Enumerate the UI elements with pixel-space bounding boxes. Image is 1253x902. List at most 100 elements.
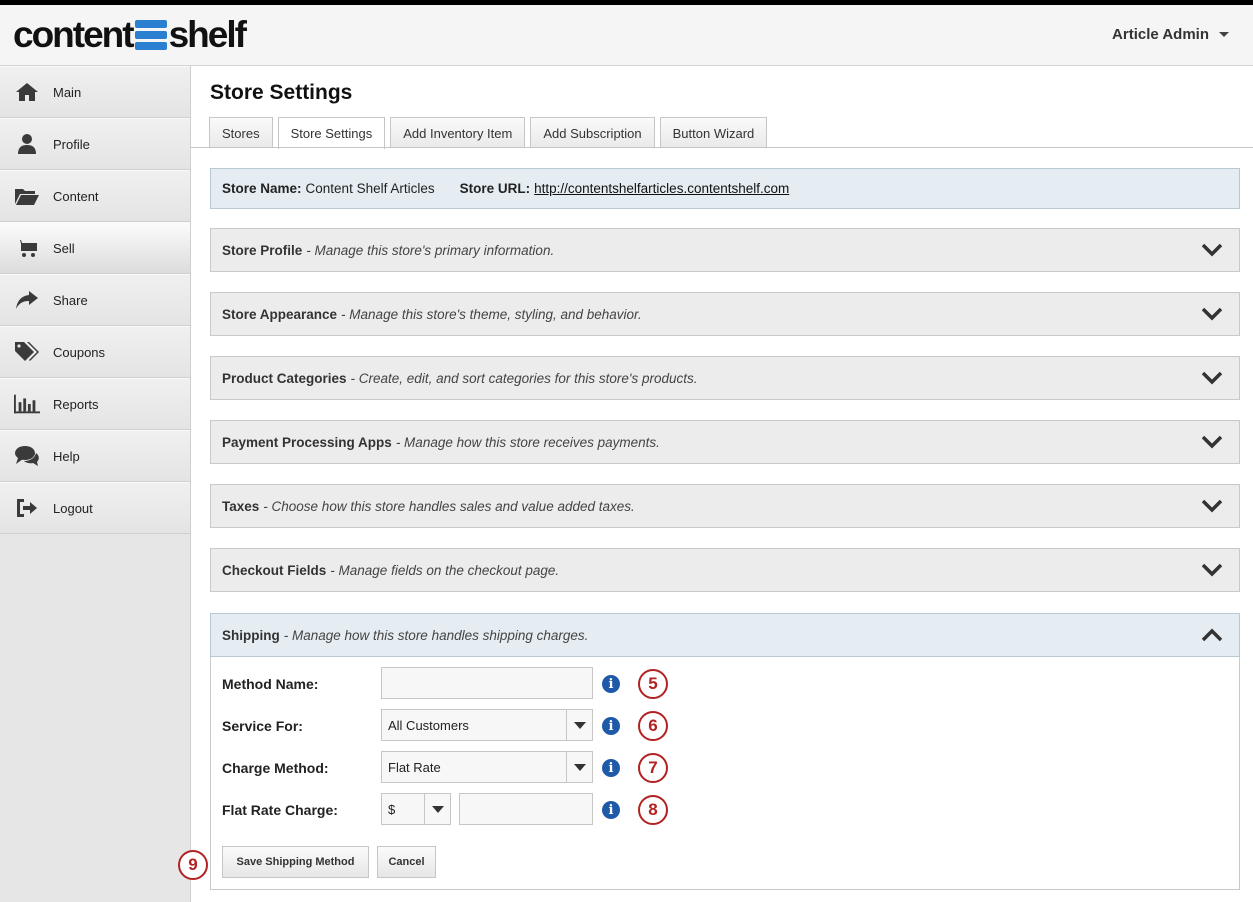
service-for-value: All Customers bbox=[388, 717, 469, 733]
callout-number: 7 bbox=[638, 753, 668, 783]
tab-button-wizard[interactable]: Button Wizard bbox=[659, 117, 768, 148]
sidebar-item-reports[interactable]: Reports bbox=[0, 378, 190, 430]
app-header: content shelf Article Admin bbox=[0, 5, 1253, 66]
user-menu-label: Article Admin bbox=[1112, 26, 1209, 43]
tab-add-inventory-item[interactable]: Add Inventory Item bbox=[390, 117, 526, 148]
chevron-up-icon bbox=[1201, 628, 1223, 642]
chevron-down-icon bbox=[1201, 371, 1223, 385]
panel-description: - Manage this store's primary informatio… bbox=[306, 242, 555, 258]
callout-number: 6 bbox=[638, 711, 668, 741]
logo[interactable]: content shelf bbox=[13, 14, 247, 55]
callout-number: 5 bbox=[638, 669, 668, 699]
caret-down-icon bbox=[1219, 32, 1229, 37]
panel-store-appearance[interactable]: Store Appearance - Manage this store's t… bbox=[210, 292, 1240, 336]
store-url-link[interactable]: http://contentshelfarticles.contentshelf… bbox=[534, 181, 789, 196]
panel-title: Taxes bbox=[222, 498, 260, 514]
panel-description: - Manage this store's theme, styling, an… bbox=[341, 306, 642, 322]
bar-chart-icon bbox=[14, 393, 40, 415]
cart-icon bbox=[14, 237, 40, 259]
folder-icon bbox=[14, 185, 40, 207]
flat-rate-charge-label: Flat Rate Charge: bbox=[222, 802, 338, 818]
shipping-form: Method Name: i 5 Service For: All Custom… bbox=[178, 657, 1240, 890]
charge-method-select[interactable]: Flat Rate bbox=[381, 751, 593, 783]
info-icon[interactable]: i bbox=[602, 801, 620, 819]
service-for-select[interactable]: All Customers bbox=[381, 709, 593, 741]
sidebar-item-content[interactable]: Content bbox=[0, 170, 190, 222]
flat-rate-amount-input[interactable] bbox=[459, 793, 593, 825]
method-name-label: Method Name: bbox=[222, 676, 319, 692]
logout-icon bbox=[14, 497, 40, 519]
user-icon bbox=[14, 133, 40, 155]
share-icon bbox=[14, 289, 40, 311]
sidebar-item-label: Content bbox=[53, 188, 99, 204]
sidebar-item-sell[interactable]: Sell bbox=[0, 222, 190, 274]
sidebar-item-share[interactable]: Share bbox=[0, 274, 190, 326]
panel-description: - Manage how this store handles shipping… bbox=[283, 627, 589, 643]
panel-description: - Choose how this store handles sales an… bbox=[263, 498, 635, 514]
chevron-down-icon bbox=[1201, 563, 1223, 577]
sidebar-item-logout[interactable]: Logout bbox=[0, 482, 190, 534]
store-name-label: Store Name: bbox=[222, 181, 302, 196]
save-shipping-method-button[interactable]: Save Shipping Method bbox=[222, 846, 369, 878]
dropdown-arrow-icon bbox=[424, 794, 450, 824]
comments-icon bbox=[14, 445, 40, 467]
panel-title: Checkout Fields bbox=[222, 562, 327, 578]
logo-text-left: content bbox=[13, 14, 135, 55]
tab-store-settings[interactable]: Store Settings bbox=[277, 117, 386, 149]
dropdown-arrow-icon bbox=[566, 752, 592, 782]
panel-product-categories[interactable]: Product Categories - Create, edit, and s… bbox=[210, 356, 1240, 400]
store-url-label: Store URL: bbox=[459, 181, 531, 196]
tab-stores[interactable]: Stores bbox=[209, 117, 273, 148]
store-info-bar: Store Name: Content Shelf Articles Store… bbox=[210, 168, 1240, 209]
sidebar-item-coupons[interactable]: Coupons bbox=[0, 326, 190, 378]
panel-payment-processing-apps[interactable]: Payment Processing Apps - Manage how thi… bbox=[210, 420, 1240, 464]
sidebar-item-label: Help bbox=[53, 448, 80, 464]
panel-title: Store Profile bbox=[222, 242, 303, 258]
sidebar-item-label: Sell bbox=[53, 240, 75, 256]
info-icon[interactable]: i bbox=[602, 717, 620, 735]
tabs-divider bbox=[191, 147, 1253, 148]
method-name-input[interactable] bbox=[381, 667, 593, 699]
sidebar-item-main[interactable]: Main bbox=[0, 66, 190, 118]
sidebar-item-label: Logout bbox=[53, 500, 93, 516]
logo-text-right: shelf bbox=[168, 14, 247, 55]
charge-method-value: Flat Rate bbox=[388, 759, 441, 775]
chevron-down-icon bbox=[1201, 435, 1223, 449]
main-content: Store Settings Stores Store Settings Add… bbox=[178, 66, 1253, 902]
chevron-down-icon bbox=[1201, 307, 1223, 321]
service-for-label: Service For: bbox=[222, 718, 303, 734]
tags-icon bbox=[14, 341, 40, 363]
panel-store-profile[interactable]: Store Profile - Manage this store's prim… bbox=[210, 228, 1240, 272]
charge-method-label: Charge Method: bbox=[222, 760, 329, 776]
sidebar-item-label: Profile bbox=[53, 136, 90, 152]
currency-select[interactable]: $ bbox=[381, 793, 451, 825]
cancel-button[interactable]: Cancel bbox=[377, 846, 436, 878]
info-icon[interactable]: i bbox=[602, 759, 620, 777]
tab-add-subscription[interactable]: Add Subscription bbox=[530, 117, 655, 148]
sidebar: Main Profile Content Sell Share Coupons … bbox=[0, 66, 191, 902]
panel-checkout-fields[interactable]: Checkout Fields - Manage fields on the c… bbox=[210, 548, 1240, 592]
sidebar-item-label: Share bbox=[53, 292, 88, 308]
currency-value: $ bbox=[388, 801, 396, 817]
panel-title: Store Appearance bbox=[222, 306, 338, 322]
panel-description: - Manage how this store receives payment… bbox=[395, 434, 660, 450]
panel-description: - Create, edit, and sort categories for … bbox=[350, 370, 698, 386]
info-icon[interactable]: i bbox=[602, 675, 620, 693]
page-title: Store Settings bbox=[210, 81, 353, 104]
callout-number: 8 bbox=[638, 795, 668, 825]
panel-taxes[interactable]: Taxes - Choose how this store handles sa… bbox=[210, 484, 1240, 528]
sidebar-item-label: Reports bbox=[53, 396, 99, 412]
chevron-down-icon bbox=[1201, 243, 1223, 257]
panel-title: Product Categories bbox=[222, 370, 347, 386]
chevron-down-icon bbox=[1201, 499, 1223, 513]
sidebar-item-help[interactable]: Help bbox=[0, 430, 190, 482]
sidebar-item-profile[interactable]: Profile bbox=[0, 118, 190, 170]
callout-number: 9 bbox=[178, 850, 208, 880]
logo-mark-icon bbox=[134, 20, 167, 50]
panel-description: - Manage fields on the checkout page. bbox=[330, 562, 560, 578]
user-menu[interactable]: Article Admin bbox=[1112, 26, 1229, 43]
panel-shipping[interactable]: Shipping - Manage how this store handles… bbox=[210, 613, 1240, 657]
home-icon bbox=[14, 81, 40, 103]
panel-title: Payment Processing Apps bbox=[222, 434, 392, 450]
sidebar-item-label: Coupons bbox=[53, 344, 106, 360]
